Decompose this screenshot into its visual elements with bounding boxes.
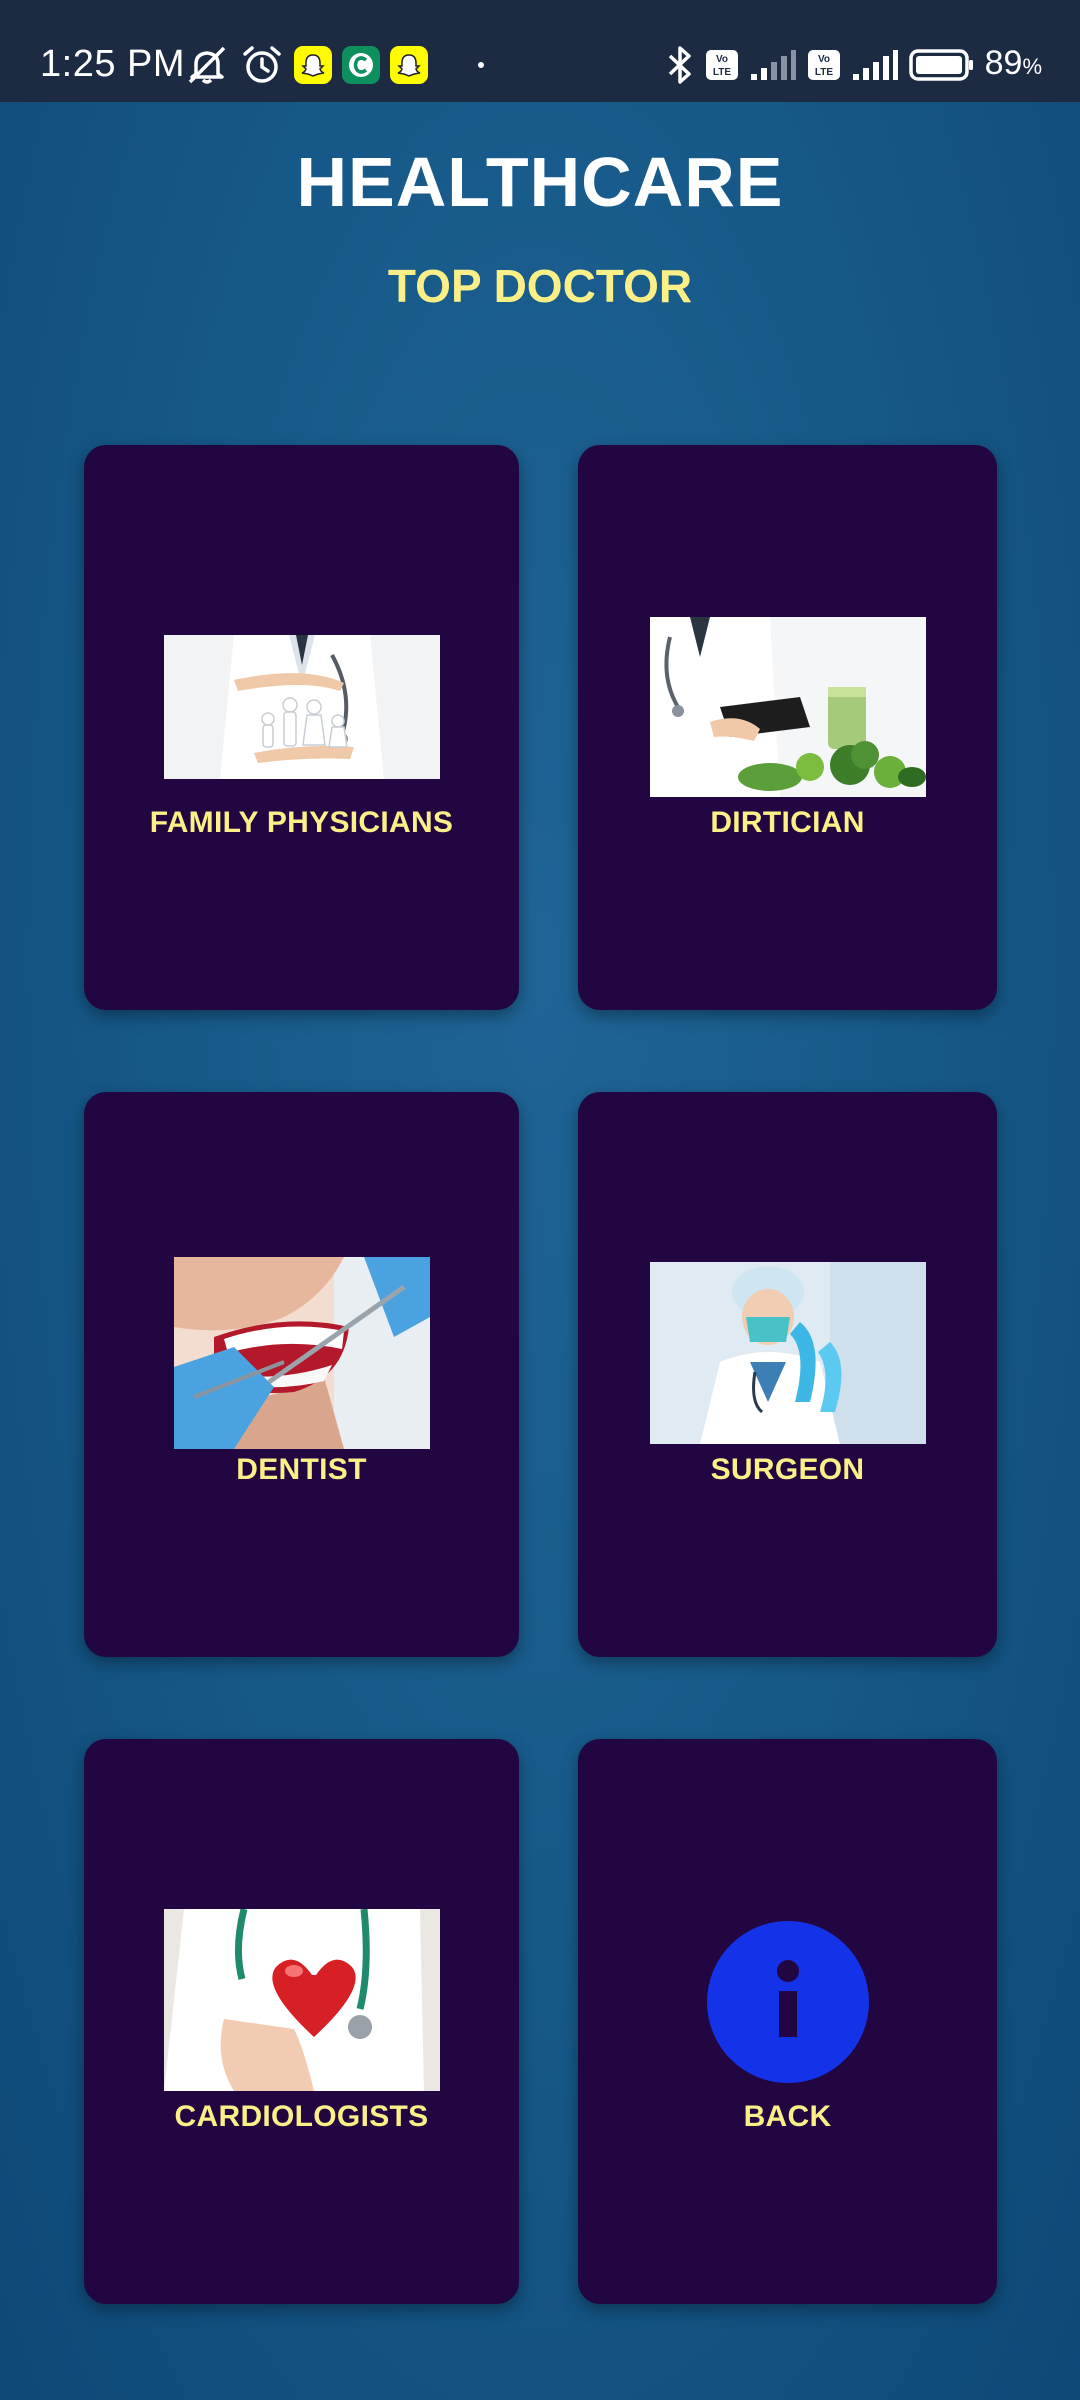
info-icon [707,1921,869,2083]
card-label: DIRTICIAN [710,806,865,839]
cardiologist-image [164,1909,440,2091]
card-cardiologists[interactable]: CARDIOLOGISTS [84,1739,519,2304]
snapchat-icon [294,46,332,84]
family-physician-image [164,635,440,779]
card-label: BACK [743,2100,832,2133]
surgeon-image [650,1262,926,1444]
volte-icon: Vo LTE [807,49,841,81]
battery-percent: 89% [984,44,1042,82]
status-right-icons: Vo LTE Vo LTE 89% [665,40,1042,90]
card-label: CARDIOLOGISTS [174,2100,429,2133]
battery-icon [908,48,975,82]
status-time: 1:25 PM [40,43,186,85]
alarm-icon [240,43,284,87]
silent-icon [184,44,230,86]
signal-icon [851,48,899,82]
card-dietician[interactable]: DIRTICIAN [578,445,997,1010]
svg-text:LTE: LTE [815,67,833,78]
page-subtitle: TOP DOCTOR [387,260,693,312]
status-left-icons [184,40,484,90]
svg-text:LTE: LTE [713,67,731,78]
app-c-icon [342,46,380,84]
svg-text:Vo: Vo [818,54,830,65]
snapchat-icon [390,46,428,84]
dentist-image [174,1257,430,1449]
signal-icon [749,48,797,82]
dietician-image [650,617,926,797]
page-title: HEALTHCARE [296,143,784,221]
svg-text:Vo: Vo [716,54,728,65]
card-label: FAMILY PHYSICIANS [149,806,454,839]
volte-icon: Vo LTE [705,49,739,81]
notification-dot [478,62,484,68]
card-surgeon[interactable]: SURGEON [578,1092,997,1657]
card-label: SURGEON [710,1453,865,1486]
card-family-physicians[interactable]: FAMILY PHYSICIANS [84,445,519,1010]
bluetooth-icon [665,44,695,86]
card-label: DENTIST [236,1453,367,1486]
card-dentist[interactable]: DENTIST [84,1092,519,1657]
status-bar: 1:25 PM Vo LTE Vo LTE 89% [0,0,1080,102]
back-button[interactable]: BACK [578,1739,997,2304]
